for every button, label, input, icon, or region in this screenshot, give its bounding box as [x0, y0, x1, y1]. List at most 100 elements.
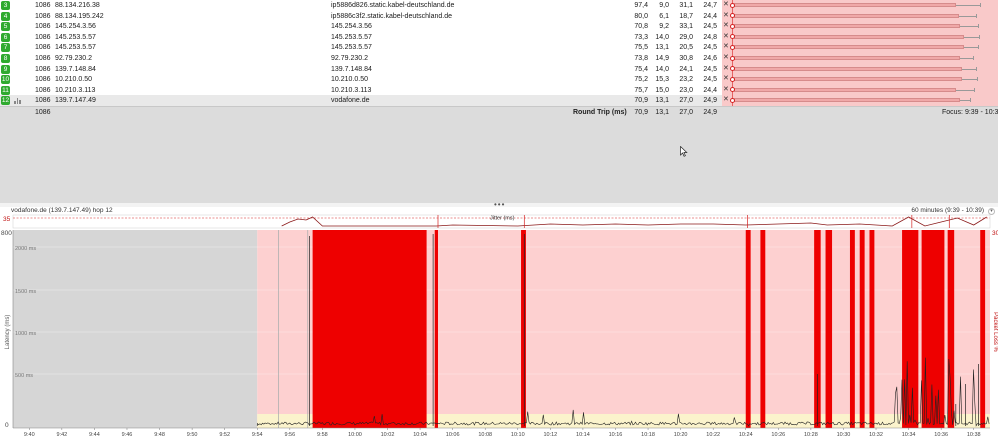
hop-number-badge: 11 [1, 85, 10, 95]
latency-whisker [960, 100, 970, 102]
hop-row[interactable]: 9 1086 139.7.148.84 139.7.148.84 75,4 14,0 24,… [0, 63, 998, 75]
packet-loss-icon: ✕ [723, 75, 729, 83]
hop-count: 1086 [35, 65, 51, 73]
hop-row[interactable]: 7 1086 145.253.5.57 145.253.5.57 75,5 13,1 20,… [0, 42, 998, 53]
hop-avg: 97,4 [634, 2, 648, 9]
y-grid-label: 2000 ms [15, 246, 36, 252]
latency-chart: 35 Jitter (ms) 2000 ms 1500 ms 1000 ms 500 ms… [1, 214, 998, 437]
hop-min: 13,1 [655, 44, 669, 52]
time-range-label[interactable]: 60 minutes (9:39 - 10:39) [911, 207, 984, 214]
hop-latency-graph: ✕ [722, 0, 998, 11]
x-tick-label: 10:24 [739, 432, 753, 437]
hop-number-badge: 4 [1, 11, 10, 21]
summary-count: 1086 [35, 109, 51, 116]
packet-loss-bar [859, 230, 865, 428]
x-tick-label: 10:36 [934, 432, 948, 437]
latency-bar [734, 45, 964, 50]
hop-cur: 24,6 [703, 55, 717, 62]
latency-bar [734, 98, 960, 103]
latency-whisker [956, 5, 980, 6]
jitter-max-label: 35 [3, 216, 11, 223]
hop-number-badge: 8 [1, 54, 10, 63]
summary-cur: 24,9 [703, 109, 717, 116]
latency-dot-icon [730, 55, 735, 61]
whisker-cap [978, 24, 979, 29]
hop-max: 24,1 [679, 65, 693, 73]
right-axis-title: Packet Loss % [992, 312, 998, 352]
hop-row[interactable]: 11 1086 10.210.3.113 10.210.3.113 75,7 15,0 23… [0, 84, 998, 96]
latency-whisker [960, 58, 973, 59]
latency-bar [734, 13, 959, 18]
hop-cur: 24,5 [703, 65, 717, 73]
packet-loss-bar [745, 230, 751, 428]
empty-table-area [0, 117, 998, 203]
right-max-label: 30 [992, 230, 998, 237]
latency-bar [734, 34, 964, 39]
hop-row[interactable]: 8 1086 92.79.230.2 92.79.230.2 73,8 14,9 30,8 2… [0, 53, 998, 64]
hop-max: 30,8 [679, 55, 693, 62]
x-tick-label: 10:20 [674, 432, 688, 437]
whisker-cap [973, 56, 974, 60]
hop-count: 1086 [35, 55, 51, 62]
hop-ip: 145.253.5.57 [55, 44, 96, 52]
x-tick-label: 10:28 [804, 432, 818, 437]
x-tick-label: 10:00 [348, 432, 362, 437]
x-tick-label: 9:52 [219, 432, 230, 437]
hop-avg: 75,2 [634, 76, 648, 84]
hop-row[interactable]: 10 1086 10.210.0.50 10.210.0.50 75,2 15,3 23,2… [0, 74, 998, 85]
x-tick-label: 10:32 [869, 432, 883, 437]
y-grid-label: 500 ms [15, 373, 33, 379]
hop-row[interactable]: 5 1086 145.254.3.56 145.254.3.56 70,8 9,2 33,1… [0, 21, 998, 32]
hop-ip: 10.210.0.50 [55, 76, 92, 84]
hop-latency-graph: ✕ [722, 21, 998, 32]
hop-number-badge: 6 [1, 32, 10, 42]
hop-cur: 24,8 [703, 33, 717, 41]
hop-row[interactable]: 12 1086 139.7.147.49 vodafone.de 70,9 13,1 27,… [0, 95, 998, 106]
hop-ip: 88.134.195.242 [55, 12, 104, 20]
hop-latency-graph: ✕ [722, 53, 998, 64]
latency-whisker [962, 68, 976, 70]
x-tick-label: 9:46 [122, 432, 133, 437]
packet-loss-bar [902, 230, 919, 428]
y-axis-title: Latency (ms) [5, 315, 11, 350]
summary-max: 27,0 [679, 109, 693, 116]
hop-name: vodafone.de [331, 97, 370, 105]
hop-row[interactable]: 4 1086 88.134.195.242 ip5886c3f2.static.kab… [0, 10, 998, 22]
hop-min: 6,1 [659, 12, 669, 20]
hop-max: 31,1 [679, 2, 693, 9]
hop-count: 1086 [35, 97, 51, 105]
hop-number-badge: 10 [1, 75, 10, 85]
bar-graph-icon[interactable] [14, 97, 22, 105]
x-tick-label: 10:34 [902, 432, 916, 437]
whisker-cap [978, 45, 979, 50]
latency-dot-icon [730, 23, 735, 29]
summary-row: 1086 Round Trip (ms) 70,9 13,1 27,0 24,9… [0, 106, 998, 117]
chart-title: vodafone.de (139.7.147.49) hop 12 [11, 207, 113, 214]
jitter-label: Jitter (ms) [490, 216, 515, 222]
packet-loss-icon: ✕ [723, 64, 729, 72]
latency-whisker [964, 36, 979, 38]
hop-min: 14,9 [655, 55, 669, 62]
y-grid-label: 1000 ms [15, 331, 36, 337]
hop-min: 15,3 [655, 76, 669, 84]
hop-name: 92.79.230.2 [331, 55, 368, 62]
x-tick-label: 10:26 [771, 432, 785, 437]
latency-whisker [962, 79, 977, 81]
hop-min: 9,2 [659, 23, 669, 31]
x-tick-label: 10:06 [446, 432, 460, 437]
x-tick-label: 9:58 [317, 432, 328, 437]
hop-row[interactable]: 6 1086 145.253.5.57 145.253.5.57 73,3 14,0 29,… [0, 31, 998, 43]
hop-row[interactable]: 3 1086 88.134.216.38 ip5886d826.static.kabe… [0, 0, 998, 11]
packet-loss-icon: ✕ [723, 54, 729, 61]
hop-avg: 70,9 [634, 97, 648, 105]
latency-whisker [960, 26, 978, 28]
hop-latency-graph: ✕ [722, 10, 998, 22]
hop-name: 139.7.148.84 [331, 65, 372, 73]
hop-name: 10.210.0.50 [331, 76, 368, 84]
latency-whisker [956, 89, 974, 91]
latency-bar [734, 77, 962, 82]
hop-cur: 24,4 [703, 86, 717, 94]
hop-count: 1086 [35, 33, 51, 41]
packet-loss-bar [434, 230, 438, 428]
hop-count: 1086 [35, 23, 51, 31]
